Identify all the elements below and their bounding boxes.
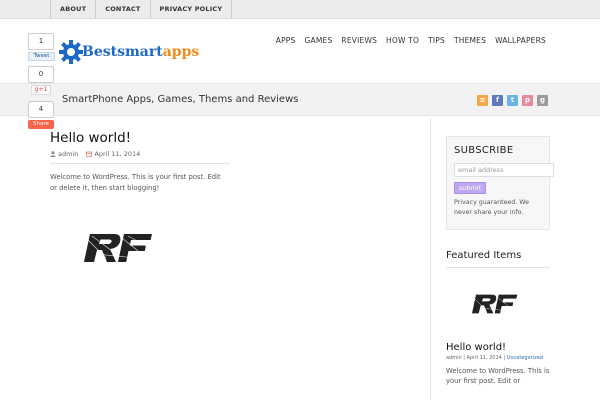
gear-icon — [59, 40, 83, 64]
tagline-strip: SmartPhone Apps, Games, Thems and Review… — [0, 83, 600, 116]
post-excerpt: Welcome to WordPress. This is your first… — [50, 173, 221, 192]
googleplus-icon[interactable]: g — [537, 95, 548, 106]
tweet-count: 1 — [28, 33, 54, 50]
twitter-icon[interactable]: t — [507, 95, 518, 106]
subscribe-title: SUBSCRIBE — [454, 145, 514, 156]
rss-icon[interactable]: ≡ — [477, 95, 488, 106]
top-nav: ABOUT CONTACT PRIVACY POLICY — [50, 0, 233, 19]
share-count: 4 — [28, 101, 54, 118]
subscribe-note: Privacy guaranteed. We never share your … — [454, 199, 530, 216]
featured-item-meta: admin | April 11, 2014 | Uncategorized — [446, 355, 543, 361]
site-tagline: SmartPhone Apps, Games, Thems and Review… — [62, 94, 299, 105]
featured-category[interactable]: Uncategorized — [507, 355, 543, 361]
top-nav-privacy-policy[interactable]: PRIVACY POLICY — [149, 0, 233, 19]
site-logo[interactable]: Bestsmart apps — [58, 39, 199, 65]
nav-apps[interactable]: APPS — [276, 36, 296, 45]
top-nav-contact[interactable]: CONTACT — [95, 0, 149, 19]
subscribe-widget: SUBSCRIBE email address submit Privacy g… — [446, 136, 554, 230]
main-content: Hello world! admin April 11, 2014 Welcom… — [50, 130, 230, 262]
post-thumbnail[interactable] — [76, 224, 170, 272]
share-bar: 1 Tweet 0 g+1 4 Share — [28, 33, 56, 129]
nav-how-to[interactable]: HOW TO — [386, 36, 419, 45]
gplus-count: 0 — [28, 66, 54, 83]
top-nav-about[interactable]: ABOUT — [50, 0, 95, 19]
email-input[interactable]: email address — [454, 163, 554, 177]
featured-date: April 11, 2014 — [466, 355, 502, 361]
site-header: Bestsmart apps APPS GAMES REVIEWS HOW TO … — [0, 19, 600, 83]
nav-reviews[interactable]: REVIEWS — [341, 36, 377, 45]
featured-item-title[interactable]: Hello world! — [446, 342, 550, 353]
logo-text-part2: apps — [162, 44, 200, 60]
top-bar: ABOUT CONTACT PRIVACY POLICY — [0, 0, 600, 19]
post-meta: admin April 11, 2014 — [50, 150, 230, 164]
nav-themes[interactable]: THEMES — [454, 36, 486, 45]
featured-author[interactable]: admin — [446, 355, 462, 361]
submit-button[interactable]: submit — [454, 182, 486, 194]
featured-thumbnail[interactable] — [466, 288, 530, 320]
post-title[interactable]: Hello world! — [50, 130, 230, 146]
featured-items-widget: Featured Items Hello world! admin | Apri… — [446, 250, 550, 386]
post-date: April 11, 2014 — [94, 150, 141, 158]
gplus-button[interactable]: g+1 — [31, 85, 51, 95]
share-button[interactable]: Share — [28, 120, 54, 129]
social-icons: ≡ f t p g — [473, 95, 548, 106]
nav-games[interactable]: GAMES — [305, 36, 333, 45]
sidebar-divider — [430, 118, 431, 400]
calendar-icon — [86, 151, 93, 157]
tweet-button[interactable]: Tweet — [28, 52, 55, 61]
pinterest-icon[interactable]: p — [522, 95, 533, 106]
facebook-icon[interactable]: f — [492, 95, 503, 106]
nav-tips[interactable]: TIPS — [428, 36, 445, 45]
main-nav: APPS GAMES REVIEWS HOW TO TIPS THEMES WA… — [267, 36, 546, 45]
logo-text-part1: Bestsmart — [82, 44, 163, 60]
post-author[interactable]: admin — [58, 150, 78, 158]
user-icon — [50, 151, 56, 157]
featured-title: Featured Items — [446, 250, 550, 268]
nav-wallpapers[interactable]: WALLPAPERS — [495, 36, 546, 45]
featured-excerpt: Welcome to WordPress. This is your first… — [446, 367, 550, 385]
tweet-label: Tweet — [33, 53, 50, 59]
